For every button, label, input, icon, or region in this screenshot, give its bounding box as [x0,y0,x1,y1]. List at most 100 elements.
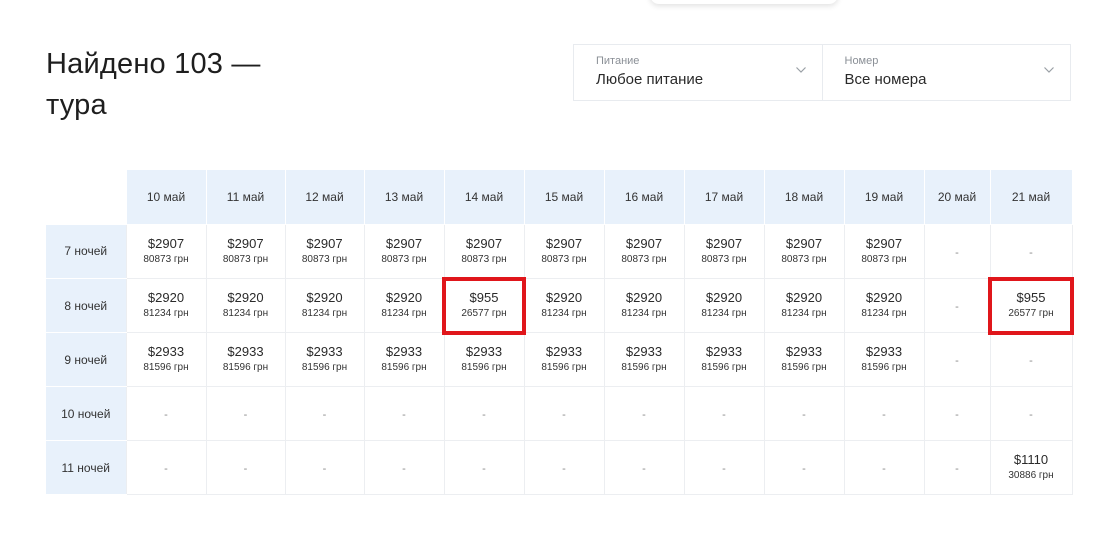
price-cell[interactable]: $2920 81234 грн [125,278,207,333]
price-cell[interactable]: $2933 81596 грн [843,332,925,387]
price-cell[interactable]: $2907 80873 грн [443,224,525,279]
no-price-dash: - [642,408,646,421]
price-uah: 80873 грн [301,254,348,265]
price-cell[interactable]: $2920 81234 грн [683,278,765,333]
price-usd: $2920 [306,290,343,305]
price-uah: 81234 грн [143,308,189,319]
price-cell[interactable]: $2933 81596 грн [523,332,605,387]
price-cell[interactable]: $2933 81596 грн [284,332,365,387]
no-price-dash: - [402,462,406,475]
price-cell[interactable]: $2907 80873 грн [363,224,445,279]
price-uah: 81596 грн [701,362,747,373]
price-uah: 81596 грн [541,362,587,373]
price-uah: 81596 грн [143,362,189,373]
empty-price-cell: - [843,386,925,441]
price-cell[interactable]: $2920 81234 грн [523,278,605,333]
highlighted-price-cell[interactable]: $955 26577 грн [442,276,526,335]
price-cell[interactable]: $2920 81234 грн [363,278,445,333]
price-uah: 81596 грн [621,362,667,373]
empty-price-cell: - [125,386,207,441]
price-usd: $2907 [625,236,663,251]
no-price-dash: - [482,408,486,421]
no-price-dash: - [322,408,327,421]
nights-label: 7 ночей [46,224,126,279]
price-uah: 81596 грн [222,362,269,373]
price-cell[interactable]: $2907 80873 грн [205,224,286,279]
empty-price-cell: - [763,440,845,495]
price-usd: $2907 [306,236,343,251]
table-row: 8 ночей $2920 81234 грн $2920 81234 грн $2920… [46,276,1074,335]
empty-price-cell: - [843,440,925,495]
price-cell[interactable]: $2933 81596 грн [125,332,207,387]
price-cell[interactable]: $2920 81234 грн [284,278,365,333]
price-usd: $2907 [545,236,583,251]
price-usd: $955 [469,290,499,305]
price-uah: 26577 грн [1008,308,1054,319]
price-uah: 80873 грн [701,254,747,265]
empty-price-cell: - [923,386,991,441]
price-cell[interactable]: $2920 81234 грн [843,278,925,333]
price-cell[interactable]: $2907 80873 грн [125,224,207,279]
table-row: 9 ночей $2933 81596 грн $2933 81596 грн $2933… [46,332,1073,387]
price-cell[interactable]: $2907 80873 грн [683,224,765,279]
price-uah: 80873 грн [222,254,269,265]
price-uah: 80873 грн [381,254,427,265]
price-cell[interactable]: $2920 81234 грн [763,278,845,333]
date-header-row: 10 май 11 май 12 май 13 май 14 май 15 май 16 м… [46,169,1073,225]
page-title: Найдено 103 — тура [46,48,261,121]
price-usd: $2920 [705,290,743,305]
no-price-dash: - [642,462,646,475]
price-uah: 80873 грн [541,254,587,265]
price-cell[interactable]: $2920 81234 грн [205,278,286,333]
no-price-dash: - [243,408,248,421]
price-uah: 81234 грн [381,308,427,319]
filter-bar: Питание Любое питание Номер Все номера [573,44,1071,101]
no-price-dash: - [402,408,406,421]
price-usd: $2920 [625,290,663,305]
price-uah: 81234 грн [541,308,587,319]
price-usd: $2920 [545,290,583,305]
price-cell[interactable]: $2907 80873 грн [763,224,845,279]
price-cell[interactable]: $2933 81596 грн [683,332,765,387]
price-cell[interactable]: $2933 81596 грн [443,332,525,387]
price-usd: $2933 [625,344,663,359]
price-cell[interactable]: $2933 81596 грн [363,332,445,387]
nights-label: 9 ночей [46,332,126,387]
price-usd: $2907 [385,236,423,251]
meal-filter-label: Питание [596,55,640,67]
empty-price-cell: - [989,386,1073,441]
price-uah: 80873 грн [861,254,907,265]
room-filter-value: Все номера [844,71,927,88]
no-price-dash: - [722,462,726,475]
no-price-dash: - [802,462,806,475]
date-header: 17 май [683,169,765,225]
empty-price-cell: - [763,386,845,441]
price-cell[interactable]: $2907 80873 грн [843,224,925,279]
price-usd: $2907 [705,236,743,251]
highlighted-price-cell[interactable]: $955 26577 грн [988,276,1074,335]
price-usd: $2907 [785,236,823,251]
price-cell[interactable]: $2920 81234 грн [603,278,685,333]
empty-price-cell: - [284,440,365,495]
room-filter-dropdown[interactable]: Номер Все номера [821,45,1071,100]
price-cell[interactable]: $1110 30886 грн [989,440,1073,495]
no-price-dash: - [882,462,886,475]
no-price-dash: - [482,462,486,475]
meal-filter-dropdown[interactable]: Питание Любое питание [574,45,822,100]
price-cell[interactable]: $2907 80873 грн [523,224,605,279]
price-usd: $2933 [705,344,743,359]
price-cell[interactable]: $2933 81596 грн [205,332,286,387]
price-usd: $2920 [385,290,423,305]
no-price-dash: - [164,408,168,421]
price-cell[interactable]: $2907 80873 грн [603,224,685,279]
price-usd: $2933 [785,344,823,359]
price-cell[interactable]: $2933 81596 грн [603,332,685,387]
price-cell[interactable]: $2907 80873 грн [284,224,365,279]
price-cell[interactable]: $2933 81596 грн [763,332,845,387]
price-usd: $2933 [306,344,343,359]
empty-price-cell: - [125,440,207,495]
empty-price-cell: - [923,224,991,279]
date-header: 10 май [125,169,207,225]
price-usd: $955 [1016,290,1046,305]
table-row: 10 ночей - - - - - - - - - - - - [46,386,1073,441]
